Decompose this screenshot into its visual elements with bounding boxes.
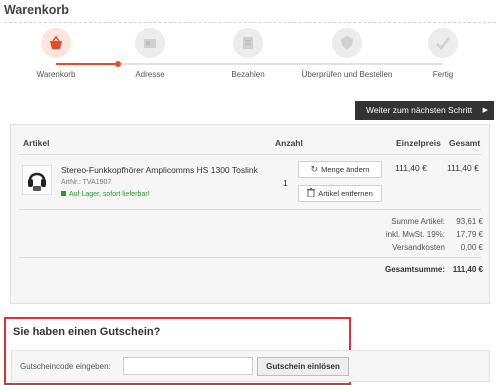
remove-item-label: Artikel entfernen bbox=[318, 189, 373, 198]
subtotal-label: Summe Artikel: bbox=[391, 217, 445, 226]
subtotal-value: 93,61 € bbox=[456, 217, 483, 226]
title-divider bbox=[4, 22, 496, 23]
step-label-fertig: Fertig bbox=[432, 70, 454, 79]
voucher-form: Gutscheincode eingeben: Gutschein einlös… bbox=[11, 350, 490, 382]
change-quantity-button[interactable]: ↻ Menge ändern bbox=[298, 161, 382, 178]
voucher-title: Sie haben einen Gutschein? bbox=[13, 326, 161, 338]
basket-icon bbox=[41, 28, 71, 58]
summary-divider bbox=[19, 257, 481, 258]
vat-label: inkl. MwSt. 19%: bbox=[385, 230, 445, 239]
page-title: Warenkorb bbox=[4, 3, 69, 17]
progress-line-pending bbox=[121, 63, 443, 65]
stock-indicator-icon bbox=[61, 191, 66, 196]
column-header-total: Gesamt bbox=[449, 138, 481, 148]
stock-status: Auf Lager, sofort lieferbar! bbox=[61, 191, 150, 198]
unit-price: 111,40 € bbox=[395, 163, 427, 173]
quantity-value: 1 bbox=[283, 178, 288, 188]
header-divider bbox=[19, 154, 481, 155]
vat-value: 17,79 € bbox=[456, 230, 483, 239]
change-quantity-label: Menge ändern bbox=[321, 165, 370, 174]
product-sku: ArtNr.: TVA1907 bbox=[61, 179, 112, 186]
voucher-code-input[interactable] bbox=[123, 357, 253, 375]
shield-check-icon bbox=[332, 28, 362, 58]
refresh-icon: ↻ bbox=[310, 164, 319, 174]
cart-table: Artikel Anzahl Einzelpreis Gesamt Stereo… bbox=[10, 124, 490, 304]
next-step-button[interactable]: Weiter zum nächsten Schritt ▶ bbox=[355, 101, 494, 120]
grand-total-label: Gesamtsumme: bbox=[384, 265, 445, 274]
voucher-code-label: Gutscheincode eingeben: bbox=[20, 362, 111, 371]
row-divider bbox=[19, 209, 481, 210]
shipping-value: 0,00 € bbox=[460, 243, 483, 252]
progress-line-done bbox=[56, 63, 118, 65]
column-header-article: Artikel bbox=[23, 138, 50, 148]
payment-icon bbox=[233, 28, 263, 58]
grand-total-value: 111,40 € bbox=[452, 265, 483, 274]
step-label-bezahlen: Bezahlen bbox=[231, 70, 265, 79]
checkmark-icon bbox=[428, 28, 458, 58]
arrow-right-icon: ▶ bbox=[482, 107, 488, 114]
redeem-voucher-button[interactable]: Gutschein einlösen bbox=[257, 357, 349, 376]
column-header-unit-price: Einzelpreis bbox=[396, 138, 441, 148]
stock-status-text: Auf Lager, sofort lieferbar! bbox=[69, 191, 150, 198]
checkout-progress: Warenkorb Adresse Bezahlen Überprüfen un… bbox=[0, 28, 500, 88]
address-card-icon bbox=[135, 28, 165, 58]
step-label-adresse: Adresse bbox=[135, 70, 165, 79]
product-name-link[interactable]: Stereo-Funkkopfhörer Amplicomms HS 1300 … bbox=[61, 165, 258, 175]
column-header-quantity: Anzahl bbox=[275, 138, 303, 148]
trash-icon bbox=[307, 188, 316, 199]
step-label-ueberpruefen: Überprüfen und Bestellen bbox=[301, 70, 393, 79]
next-step-label: Weiter zum nächsten Schritt bbox=[366, 105, 473, 115]
remove-item-button[interactable]: Artikel entfernen bbox=[298, 185, 382, 202]
row-total-price: 111,40 € bbox=[447, 163, 479, 173]
shipping-label: Versandkosten bbox=[392, 243, 445, 252]
product-image[interactable] bbox=[22, 165, 52, 195]
